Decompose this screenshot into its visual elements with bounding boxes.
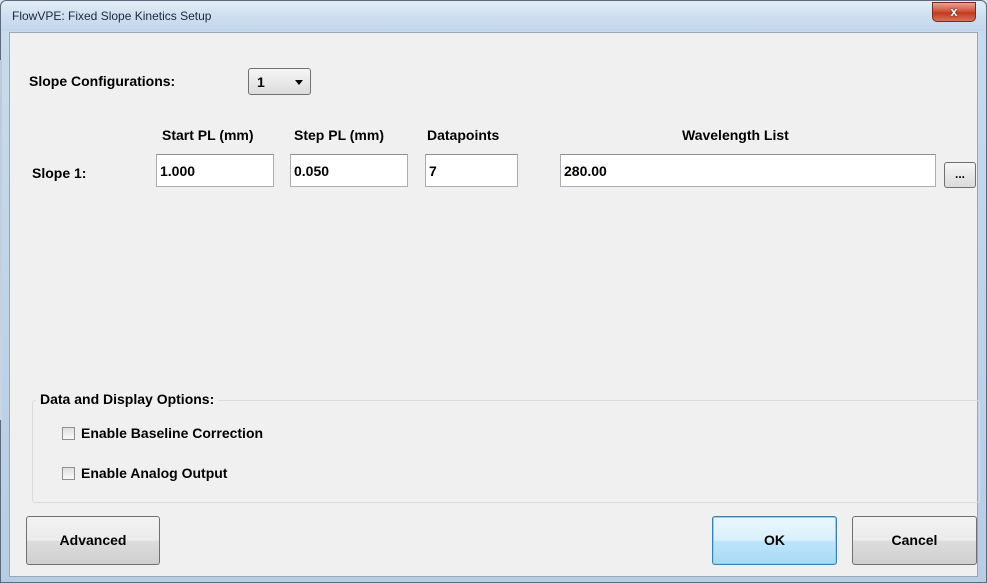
slope-configurations-value: 1 xyxy=(257,74,265,90)
close-button[interactable]: x xyxy=(932,2,976,22)
slope-1-start-pl-input[interactable] xyxy=(156,154,274,187)
window-title: FlowVPE: Fixed Slope Kinetics Setup xyxy=(12,9,212,23)
close-icon: x xyxy=(950,4,958,19)
analog-output-label[interactable]: Enable Analog Output xyxy=(81,465,227,481)
title-bar[interactable]: FlowVPE: Fixed Slope Kinetics Setup x xyxy=(1,1,986,31)
data-display-options-title: Data and Display Options: xyxy=(36,391,219,407)
wavelength-list-header: Wavelength List xyxy=(682,127,789,143)
cancel-button[interactable]: Cancel xyxy=(852,516,977,565)
analog-output-checkbox[interactable] xyxy=(62,467,75,480)
wavelength-browse-button[interactable]: ... xyxy=(944,162,976,188)
step-pl-header: Step PL (mm) xyxy=(294,127,384,143)
chevron-down-icon xyxy=(295,80,303,85)
slope-1-wavelength-list-input[interactable] xyxy=(560,154,936,187)
slope-1-datapoints-input[interactable] xyxy=(425,154,518,187)
window-shadow-edge xyxy=(0,60,2,420)
datapoints-header: Datapoints xyxy=(427,127,500,143)
dialog-window: FlowVPE: Fixed Slope Kinetics Setup x Sl… xyxy=(0,0,987,583)
slope-configurations-dropdown[interactable]: 1 xyxy=(248,68,311,95)
slope-configurations-label: Slope Configurations: xyxy=(29,73,176,89)
ok-button[interactable]: OK xyxy=(712,516,837,565)
start-pl-header: Start PL (mm) xyxy=(162,127,254,143)
baseline-correction-checkbox[interactable] xyxy=(62,427,75,440)
data-display-options-group xyxy=(32,400,980,503)
baseline-correction-label[interactable]: Enable Baseline Correction xyxy=(81,425,263,441)
dialog-client-area: Slope Configurations: 1 Start PL (mm) St… xyxy=(9,32,980,577)
slope-1-step-pl-input[interactable] xyxy=(290,154,408,187)
slope-1-label: Slope 1: xyxy=(32,165,87,181)
advanced-button[interactable]: Advanced xyxy=(26,516,160,565)
